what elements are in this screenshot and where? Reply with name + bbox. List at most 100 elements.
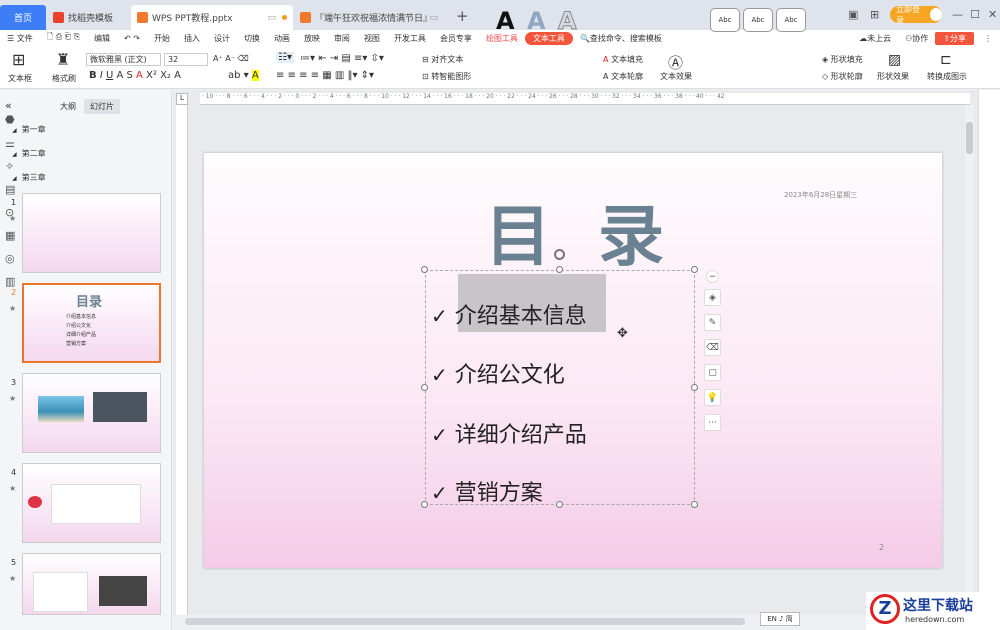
- align-icons[interactable]: ≡ ≡ ≡ ≡ ▦ ▥ ‖▾ ⇕▾: [276, 70, 374, 81]
- location-icon[interactable]: ◎: [5, 252, 15, 265]
- search-command[interactable]: 🔍查找命令、搜索模板: [573, 33, 669, 44]
- more-menu-icon[interactable]: ⋮: [984, 34, 1000, 43]
- slides-tab[interactable]: 幻灯片: [84, 99, 120, 114]
- new-tab-plus-icon[interactable]: +: [456, 7, 469, 25]
- menu-developer[interactable]: 开发工具: [387, 33, 433, 44]
- tab-document[interactable]: WPS PPT教程.pptx ▭: [131, 5, 293, 30]
- shape-tool-icon[interactable]: ⬣: [5, 113, 15, 126]
- collapse-float-icon[interactable]: −: [706, 270, 719, 283]
- convert-diagram-icon[interactable]: ⊏: [940, 52, 952, 68]
- vertical-scroll-thumb[interactable]: [966, 122, 973, 154]
- adjust-icon[interactable]: ⚌: [5, 137, 15, 150]
- vertical-ruler[interactable]: [176, 105, 188, 615]
- window-layout-icon[interactable]: ▣: [848, 8, 858, 21]
- menu-view[interactable]: 视图: [357, 33, 387, 44]
- slide-date[interactable]: 2023年6月28日星期三: [784, 190, 857, 200]
- ruler-corner-icon[interactable]: L: [176, 93, 188, 105]
- slide-title[interactable]: 目 录: [485, 183, 664, 279]
- slide-thumbnail-1[interactable]: [22, 193, 161, 273]
- section-chapter-2[interactable]: 第二章: [12, 148, 46, 159]
- text-fill-button[interactable]: A 文本填充: [603, 54, 643, 65]
- outline-tab[interactable]: 大纲: [60, 101, 76, 112]
- font-style-icons[interactable]: B I U A S A X² X₂ A: [89, 70, 181, 81]
- shape-fill-button[interactable]: ◈ 形状填充: [822, 54, 863, 65]
- ime-indicator[interactable]: EN ♪ 简: [760, 612, 800, 626]
- maximize-icon[interactable]: ☐: [970, 8, 980, 21]
- quick-access-icons[interactable]: 🗋 ⎙ ⎗ ⎘: [40, 31, 87, 45]
- align-text-button[interactable]: ⊟ 对齐文本: [422, 54, 463, 65]
- apps-grid-icon[interactable]: ⊞: [870, 8, 879, 21]
- tab-home[interactable]: 首页: [0, 5, 46, 30]
- font-grow-shrink-icons[interactable]: A⁺ A⁻ ⌫: [213, 54, 249, 63]
- bullet-item[interactable]: ✓ 详细介绍产品: [431, 417, 587, 449]
- collapse-panel-icon[interactable]: «: [5, 99, 12, 112]
- pin-icon[interactable]: ✧: [5, 160, 14, 173]
- text-style-black-icon[interactable]: A: [496, 7, 515, 35]
- format-painter-button[interactable]: 格式刷: [52, 73, 76, 84]
- font-family-select[interactable]: 微软雅黑 (正文): [86, 53, 161, 66]
- char-spacing-highlight-icons[interactable]: ab ▾ A: [228, 70, 259, 81]
- tab-template[interactable]: 找稻壳模板: [47, 5, 130, 30]
- slide-thumbnail-5[interactable]: [22, 553, 161, 615]
- menu-design[interactable]: 设计: [207, 33, 237, 44]
- textbox-button[interactable]: 文本框: [8, 73, 32, 84]
- section-chapter-3[interactable]: 第三章: [12, 172, 46, 183]
- textbox-icon[interactable]: ⊞: [12, 50, 25, 69]
- minimize-icon[interactable]: —: [952, 8, 963, 21]
- menu-transition[interactable]: 切换: [237, 33, 267, 44]
- pen-icon[interactable]: ✎: [704, 314, 721, 331]
- slide-thumbnail-3[interactable]: [22, 373, 161, 453]
- text-effect-icon[interactable]: Ⓐ: [668, 52, 683, 73]
- login-button[interactable]: 立即登录: [890, 5, 942, 25]
- resize-handle[interactable]: [556, 501, 563, 508]
- menu-animation[interactable]: 动画: [267, 33, 297, 44]
- resize-handle[interactable]: [421, 384, 428, 391]
- bullet-item[interactable]: ✓ 营销方案: [431, 475, 543, 507]
- tab-monitor-icon[interactable]: ▭: [429, 13, 438, 23]
- rotate-handle-icon[interactable]: [554, 249, 565, 260]
- section-chapter-1[interactable]: 第一章: [12, 124, 46, 135]
- resize-handle[interactable]: [691, 384, 698, 391]
- slide-thumbnail-2[interactable]: 目录 介绍基本信息 介绍公文化 详细介绍产品 营销方案: [22, 283, 161, 363]
- smart-shape-button[interactable]: ⊡ 转智能图形: [422, 71, 471, 82]
- menu-insert[interactable]: 插入: [177, 33, 207, 44]
- tab-monitor-icon[interactable]: ▭: [267, 13, 276, 23]
- bullet-item[interactable]: ✓ 介绍基本信息: [431, 298, 587, 330]
- menu-edit[interactable]: 编辑: [87, 33, 117, 44]
- vertical-scrollbar[interactable]: [965, 105, 974, 610]
- cloud-status[interactable]: ☁未上云: [852, 33, 898, 44]
- font-size-select[interactable]: 32: [164, 53, 208, 66]
- horizontal-scroll-thumb[interactable]: [185, 618, 745, 625]
- shape-effect-button[interactable]: 形状效果: [877, 71, 909, 82]
- bullet-list-icon[interactable]: ☷▾: [276, 52, 294, 63]
- hamburger-icon[interactable]: ☰ 文件: [0, 33, 40, 44]
- tab-other-document[interactable]: 『端午狂欢祝福浓情满节日』 ▭: [294, 5, 444, 30]
- resize-handle[interactable]: [556, 266, 563, 273]
- slide-thumbnail-4[interactable]: [22, 463, 161, 543]
- record-icon[interactable]: ⊙: [5, 206, 14, 219]
- book-icon[interactable]: ▥: [5, 275, 15, 288]
- shape-outline-button[interactable]: ◇ 形状轮廓: [822, 71, 863, 82]
- resize-handle[interactable]: [421, 501, 428, 508]
- resize-handle[interactable]: [421, 266, 428, 273]
- convert-diagram-button[interactable]: 转换成图示: [927, 71, 967, 82]
- text-style-blue-icon[interactable]: A: [527, 7, 546, 35]
- media-icon[interactable]: ▦: [5, 229, 15, 242]
- format-painter-icon[interactable]: ♜: [56, 50, 70, 69]
- share-button[interactable]: ⇪分享: [935, 31, 974, 45]
- shape-style-3[interactable]: Abc: [776, 8, 806, 32]
- collab-button[interactable]: ⚇协作: [898, 33, 935, 44]
- paragraph-icons[interactable]: ≔▾ ⇤ ⇥ ▤ ≡▾ ⇳▾: [300, 53, 384, 64]
- resize-handle[interactable]: [691, 266, 698, 273]
- shape-style-1[interactable]: Abc: [710, 8, 740, 32]
- text-effect-button[interactable]: 文本效果: [660, 71, 692, 82]
- shape-effect-icon[interactable]: ▨: [888, 52, 901, 68]
- text-outline-button[interactable]: A 文本轮廓: [603, 71, 643, 82]
- menu-slideshow[interactable]: 放映: [297, 33, 327, 44]
- shape-style-2[interactable]: Abc: [743, 8, 773, 32]
- menu-member[interactable]: 会员专享: [433, 33, 479, 44]
- eraser-icon[interactable]: ⌫: [704, 339, 721, 356]
- menu-start[interactable]: 开始: [147, 33, 177, 44]
- undo-redo-icons[interactable]: ↶ ↷: [117, 34, 147, 43]
- menu-review[interactable]: 审阅: [327, 33, 357, 44]
